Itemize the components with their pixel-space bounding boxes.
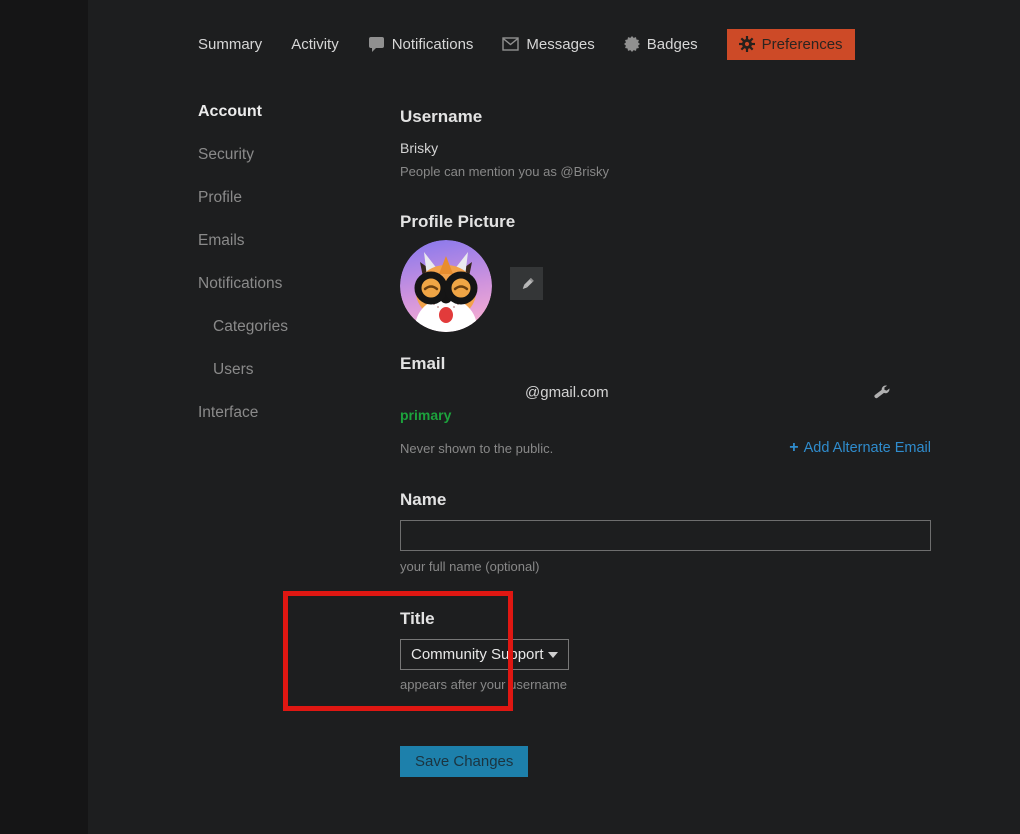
sidebar-item-users[interactable]: Users (198, 361, 288, 404)
name-heading: Name (400, 489, 931, 511)
sidebar-item-categories-label: Categories (213, 318, 288, 336)
chevron-down-icon (548, 652, 558, 658)
sidebar-item-interface-label: Interface (198, 404, 258, 422)
page-background: Summary Activity Notifications Messages … (88, 0, 1020, 834)
tab-notifications[interactable]: Notifications (368, 36, 474, 53)
title-hint: appears after your username (400, 676, 931, 693)
title-select[interactable]: Community Support (400, 639, 569, 670)
preferences-account-panel: Username Brisky People can mention you a… (400, 100, 931, 777)
plus-icon: + (789, 439, 798, 457)
sidebar-item-emails[interactable]: Emails (198, 232, 288, 275)
username-hint: People can mention you as @Brisky (400, 163, 931, 180)
email-settings-button[interactable] (874, 384, 891, 401)
gear-icon (739, 36, 755, 52)
envelope-icon (502, 37, 519, 51)
sidebar-item-profile[interactable]: Profile (198, 189, 288, 232)
tab-notifications-label: Notifications (392, 36, 474, 53)
email-hint: Never shown to the public. (400, 440, 553, 457)
user-nav: Summary Activity Notifications Messages … (198, 28, 855, 60)
tab-summary-label: Summary (198, 36, 262, 53)
sidebar-item-profile-label: Profile (198, 189, 242, 207)
sidebar-item-security-label: Security (198, 146, 254, 164)
sidebar-item-categories[interactable]: Categories (198, 318, 288, 361)
speech-bubble-icon (368, 36, 385, 52)
add-alternate-email-link[interactable]: + Add Alternate Email (789, 439, 931, 457)
sidebar-item-interface[interactable]: Interface (198, 404, 288, 447)
tab-summary[interactable]: Summary (198, 36, 262, 53)
wrench-icon (874, 384, 891, 401)
tab-messages[interactable]: Messages (502, 36, 594, 53)
sidebar-item-notifications[interactable]: Notifications (198, 275, 288, 318)
title-heading: Title (400, 608, 931, 630)
tab-preferences[interactable]: Preferences (727, 29, 855, 60)
profile-picture-heading: Profile Picture (400, 211, 931, 233)
sidebar-item-emails-label: Emails (198, 232, 245, 250)
username-value: Brisky (400, 139, 931, 157)
tab-activity[interactable]: Activity (291, 36, 339, 53)
email-value: @gmail.com (400, 384, 609, 401)
tab-messages-label: Messages (526, 36, 594, 53)
avatar (400, 240, 492, 332)
settings-sidebar: Account Security Profile Emails Notifica… (198, 103, 288, 447)
email-heading: Email (400, 353, 931, 375)
sidebar-item-account-label: Account (198, 103, 262, 121)
sidebar-item-notifications-label: Notifications (198, 275, 282, 293)
tab-badges-label: Badges (647, 36, 698, 53)
edit-avatar-button[interactable] (510, 267, 543, 300)
badge-icon (624, 36, 640, 52)
tab-badges[interactable]: Badges (624, 36, 698, 53)
name-hint: your full name (optional) (400, 558, 931, 575)
sidebar-item-security[interactable]: Security (198, 146, 288, 189)
sidebar-item-users-label: Users (213, 361, 253, 379)
pencil-icon (519, 276, 535, 292)
name-input[interactable] (400, 520, 931, 551)
add-alternate-email-label: Add Alternate Email (804, 440, 931, 456)
email-primary-badge: primary (400, 407, 931, 423)
sidebar-item-account[interactable]: Account (198, 103, 288, 146)
username-heading: Username (400, 106, 931, 128)
save-changes-button[interactable]: Save Changes (400, 746, 528, 777)
tab-preferences-label: Preferences (762, 36, 843, 53)
title-select-value: Community Support (411, 646, 544, 663)
tab-activity-label: Activity (291, 36, 339, 53)
